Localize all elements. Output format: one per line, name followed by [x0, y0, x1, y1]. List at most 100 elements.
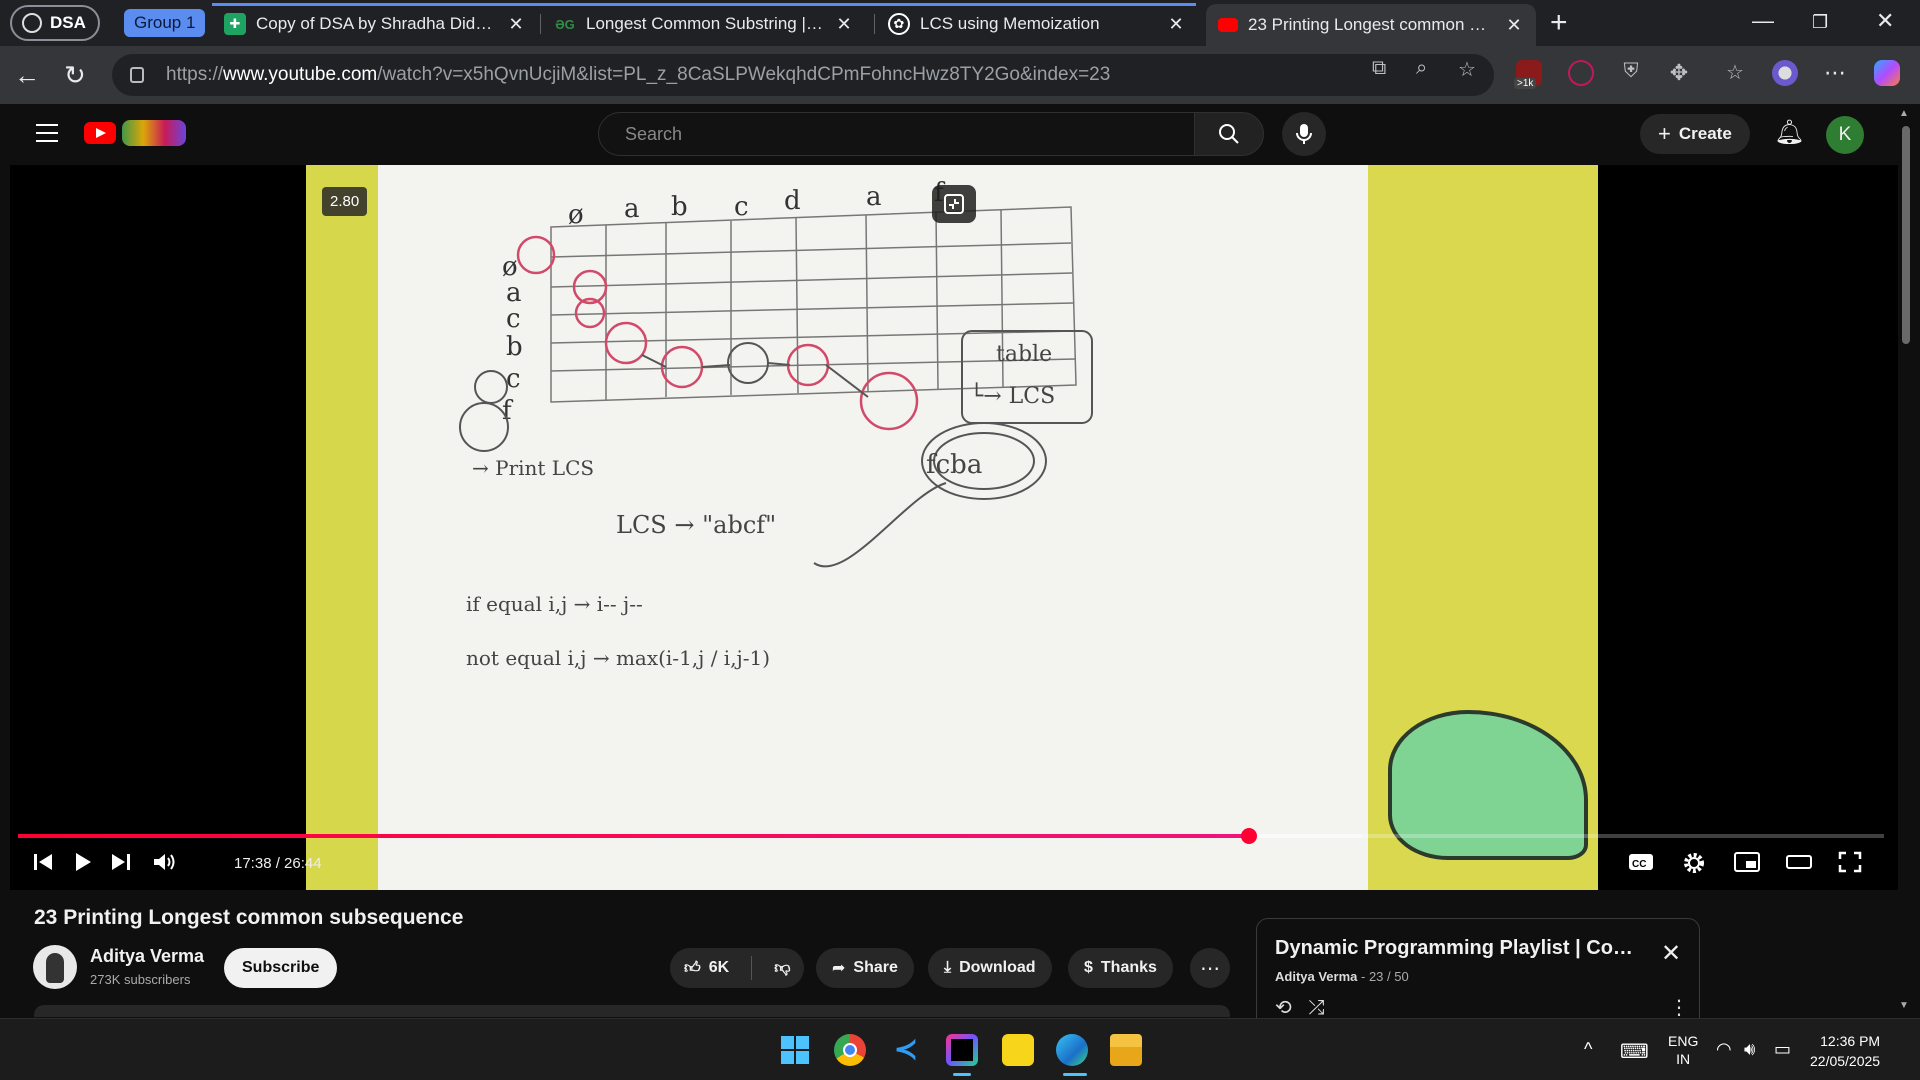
scrubber-handle[interactable]: [1240, 828, 1257, 844]
reload-button[interactable]: ↻: [64, 60, 86, 91]
site-info-icon[interactable]: [130, 67, 144, 83]
extension-icon[interactable]: >1k: [1514, 60, 1542, 89]
zoom-icon[interactable]: ⌕: [1416, 57, 1427, 80]
playlist-position: 23 / 50: [1368, 969, 1409, 984]
col-header: c: [734, 192, 749, 222]
tab-chatgpt[interactable]: ✿ LCS using Memoization ✕: [876, 6, 1198, 42]
favorite-star-icon[interactable]: ☆: [1458, 57, 1476, 82]
workspace-profile-button[interactable]: DSA: [10, 5, 100, 41]
close-icon[interactable]: ✕: [834, 14, 854, 35]
next-icon: [112, 854, 130, 870]
chrome-icon[interactable]: [834, 1034, 866, 1066]
scrollbar-thumb[interactable]: [1902, 126, 1910, 344]
keyboard-icon[interactable]: ⌨: [1620, 1039, 1649, 1064]
input-language[interactable]: ENG IN: [1668, 1032, 1698, 1068]
tab-youtube-active[interactable]: 23 Printing Longest common sub ✕: [1206, 4, 1536, 46]
fullscreen-button[interactable]: [1838, 851, 1862, 879]
battery-icon[interactable]: ▭: [1774, 1039, 1791, 1060]
download-button[interactable]: ⤓ Download: [928, 948, 1052, 988]
chevron-up-icon[interactable]: ^: [1584, 1039, 1592, 1060]
previous-icon: [34, 854, 52, 870]
intellij-icon[interactable]: [946, 1034, 978, 1066]
previous-button[interactable]: [32, 851, 54, 879]
system-clock[interactable]: 12:36 PM 22/05/2025: [1810, 1031, 1880, 1071]
account-avatar[interactable]: K: [1826, 116, 1864, 154]
scroll-down-arrow-icon[interactable]: ▼: [1899, 1000, 1909, 1011]
minimize-button[interactable]: —: [1752, 8, 1774, 34]
tab-group-chip[interactable]: Group 1: [124, 9, 206, 37]
restore-button[interactable]: ❐: [1812, 12, 1828, 33]
voice-search-button[interactable]: [1282, 112, 1326, 156]
windows-taskbar: ≺ ^ ⌨ ENG IN ◠ 🔊︎ ▭ 12:36 PM 22/05/2025: [0, 1018, 1920, 1080]
like-count: 6K: [708, 959, 730, 976]
playlist-more-icon[interactable]: ⋮: [1669, 995, 1689, 1020]
new-tab-button[interactable]: +: [1550, 6, 1568, 40]
wifi-icon[interactable]: ◠: [1716, 1039, 1732, 1060]
progress-bar[interactable]: [18, 828, 1884, 844]
edge-icon[interactable]: [1056, 1034, 1088, 1066]
menu-dots-icon[interactable]: ⋯: [1822, 60, 1848, 86]
search-button[interactable]: [1194, 112, 1264, 156]
search-input[interactable]: Search: [598, 112, 1196, 156]
subscribe-button[interactable]: Subscribe: [224, 948, 338, 988]
sticky-notes-icon[interactable]: [1002, 1034, 1034, 1066]
play-button[interactable]: [72, 851, 94, 879]
youtube-doodle-logo[interactable]: [122, 120, 186, 146]
speaker-icon[interactable]: 🔊︎: [1744, 1039, 1755, 1060]
windows-start-icon[interactable]: [779, 1034, 811, 1066]
exit-fullscreen-overlay-button[interactable]: [932, 185, 976, 223]
channel-avatar[interactable]: [33, 945, 77, 989]
close-icon[interactable]: ✕: [506, 14, 526, 35]
channel-name[interactable]: Aditya Verma: [90, 946, 204, 967]
scroll-up-arrow-icon[interactable]: ▲: [1899, 108, 1909, 119]
like-button[interactable]: 👍︎ 6K: [670, 948, 743, 988]
youtube-logo[interactable]: [84, 122, 116, 144]
close-playlist-button[interactable]: ✕: [1661, 939, 1681, 968]
captions-button[interactable]: CC: [1628, 851, 1654, 879]
page-scrollbar[interactable]: ▲ ▼: [1898, 104, 1912, 1016]
close-icon[interactable]: ✕: [1504, 15, 1524, 36]
language-code: ENG: [1668, 1033, 1699, 1049]
playlist-owner[interactable]: Aditya Verma: [1275, 969, 1357, 984]
video-player[interactable]: ø a b c d a f ø a c b c f: [10, 165, 1898, 890]
dislike-button[interactable]: 👎︎: [760, 948, 804, 988]
tab-title: 23 Printing Longest common sub: [1248, 15, 1494, 34]
open-in-app-icon[interactable]: ⧉: [1372, 57, 1386, 80]
playlist-title[interactable]: Dynamic Programming Playlist | Cod...: [1275, 937, 1635, 960]
video-frame[interactable]: ø a b c d a f ø a c b c f: [306, 165, 1598, 890]
vscode-icon[interactable]: ≺: [890, 1034, 922, 1066]
settings-button[interactable]: [1682, 851, 1706, 881]
close-icon[interactable]: ✕: [1166, 14, 1186, 35]
playback-speed-badge: 2.80: [322, 187, 368, 216]
volume-button[interactable]: [152, 851, 178, 879]
address-bar[interactable]: https://www.youtube.com/watch?v=x5hQvnUc…: [112, 54, 1494, 96]
description-box[interactable]: [34, 1005, 1230, 1017]
create-button[interactable]: + Create: [1640, 114, 1750, 154]
file-explorer-icon[interactable]: [1110, 1034, 1142, 1066]
theater-mode-button[interactable]: [1786, 851, 1812, 879]
share-button[interactable]: ➦ Share: [816, 948, 914, 988]
profile-avatar-icon[interactable]: [1772, 60, 1798, 86]
hamburger-menu-icon[interactable]: [36, 124, 58, 148]
loop-icon[interactable]: ⟲: [1275, 997, 1292, 1019]
back-button[interactable]: ←: [14, 60, 40, 91]
microphone-icon: [1296, 124, 1312, 144]
tab-sheets[interactable]: ✚ Copy of DSA by Shradha Didi & A ✕: [212, 6, 538, 42]
favorites-icon[interactable]: ☆: [1722, 60, 1748, 86]
media-extension-icon[interactable]: [1568, 60, 1594, 86]
tab-gfg[interactable]: ƏG Longest Common Substring | Prac ✕: [542, 6, 866, 42]
next-button[interactable]: [110, 851, 132, 879]
more-actions-button[interactable]: ⋯: [1190, 948, 1230, 988]
progress-played: [18, 834, 1249, 838]
shield-icon[interactable]: ⛨: [1618, 60, 1644, 86]
extensions-puzzle-icon[interactable]: ✥: [1666, 60, 1692, 86]
more-horizontal-icon: ⋯: [1200, 957, 1220, 980]
miniplayer-button[interactable]: [1734, 851, 1760, 879]
notifications-bell-icon[interactable]: 🔔︎: [1774, 118, 1804, 147]
window-close-button[interactable]: ✕: [1876, 8, 1894, 34]
extension-badge: >1k: [1514, 78, 1537, 89]
shuffle-icon[interactable]: ⤮: [1308, 997, 1324, 1019]
download-label: Download: [959, 959, 1036, 976]
thanks-button[interactable]: $ Thanks: [1068, 948, 1173, 988]
copilot-icon[interactable]: [1874, 60, 1900, 86]
